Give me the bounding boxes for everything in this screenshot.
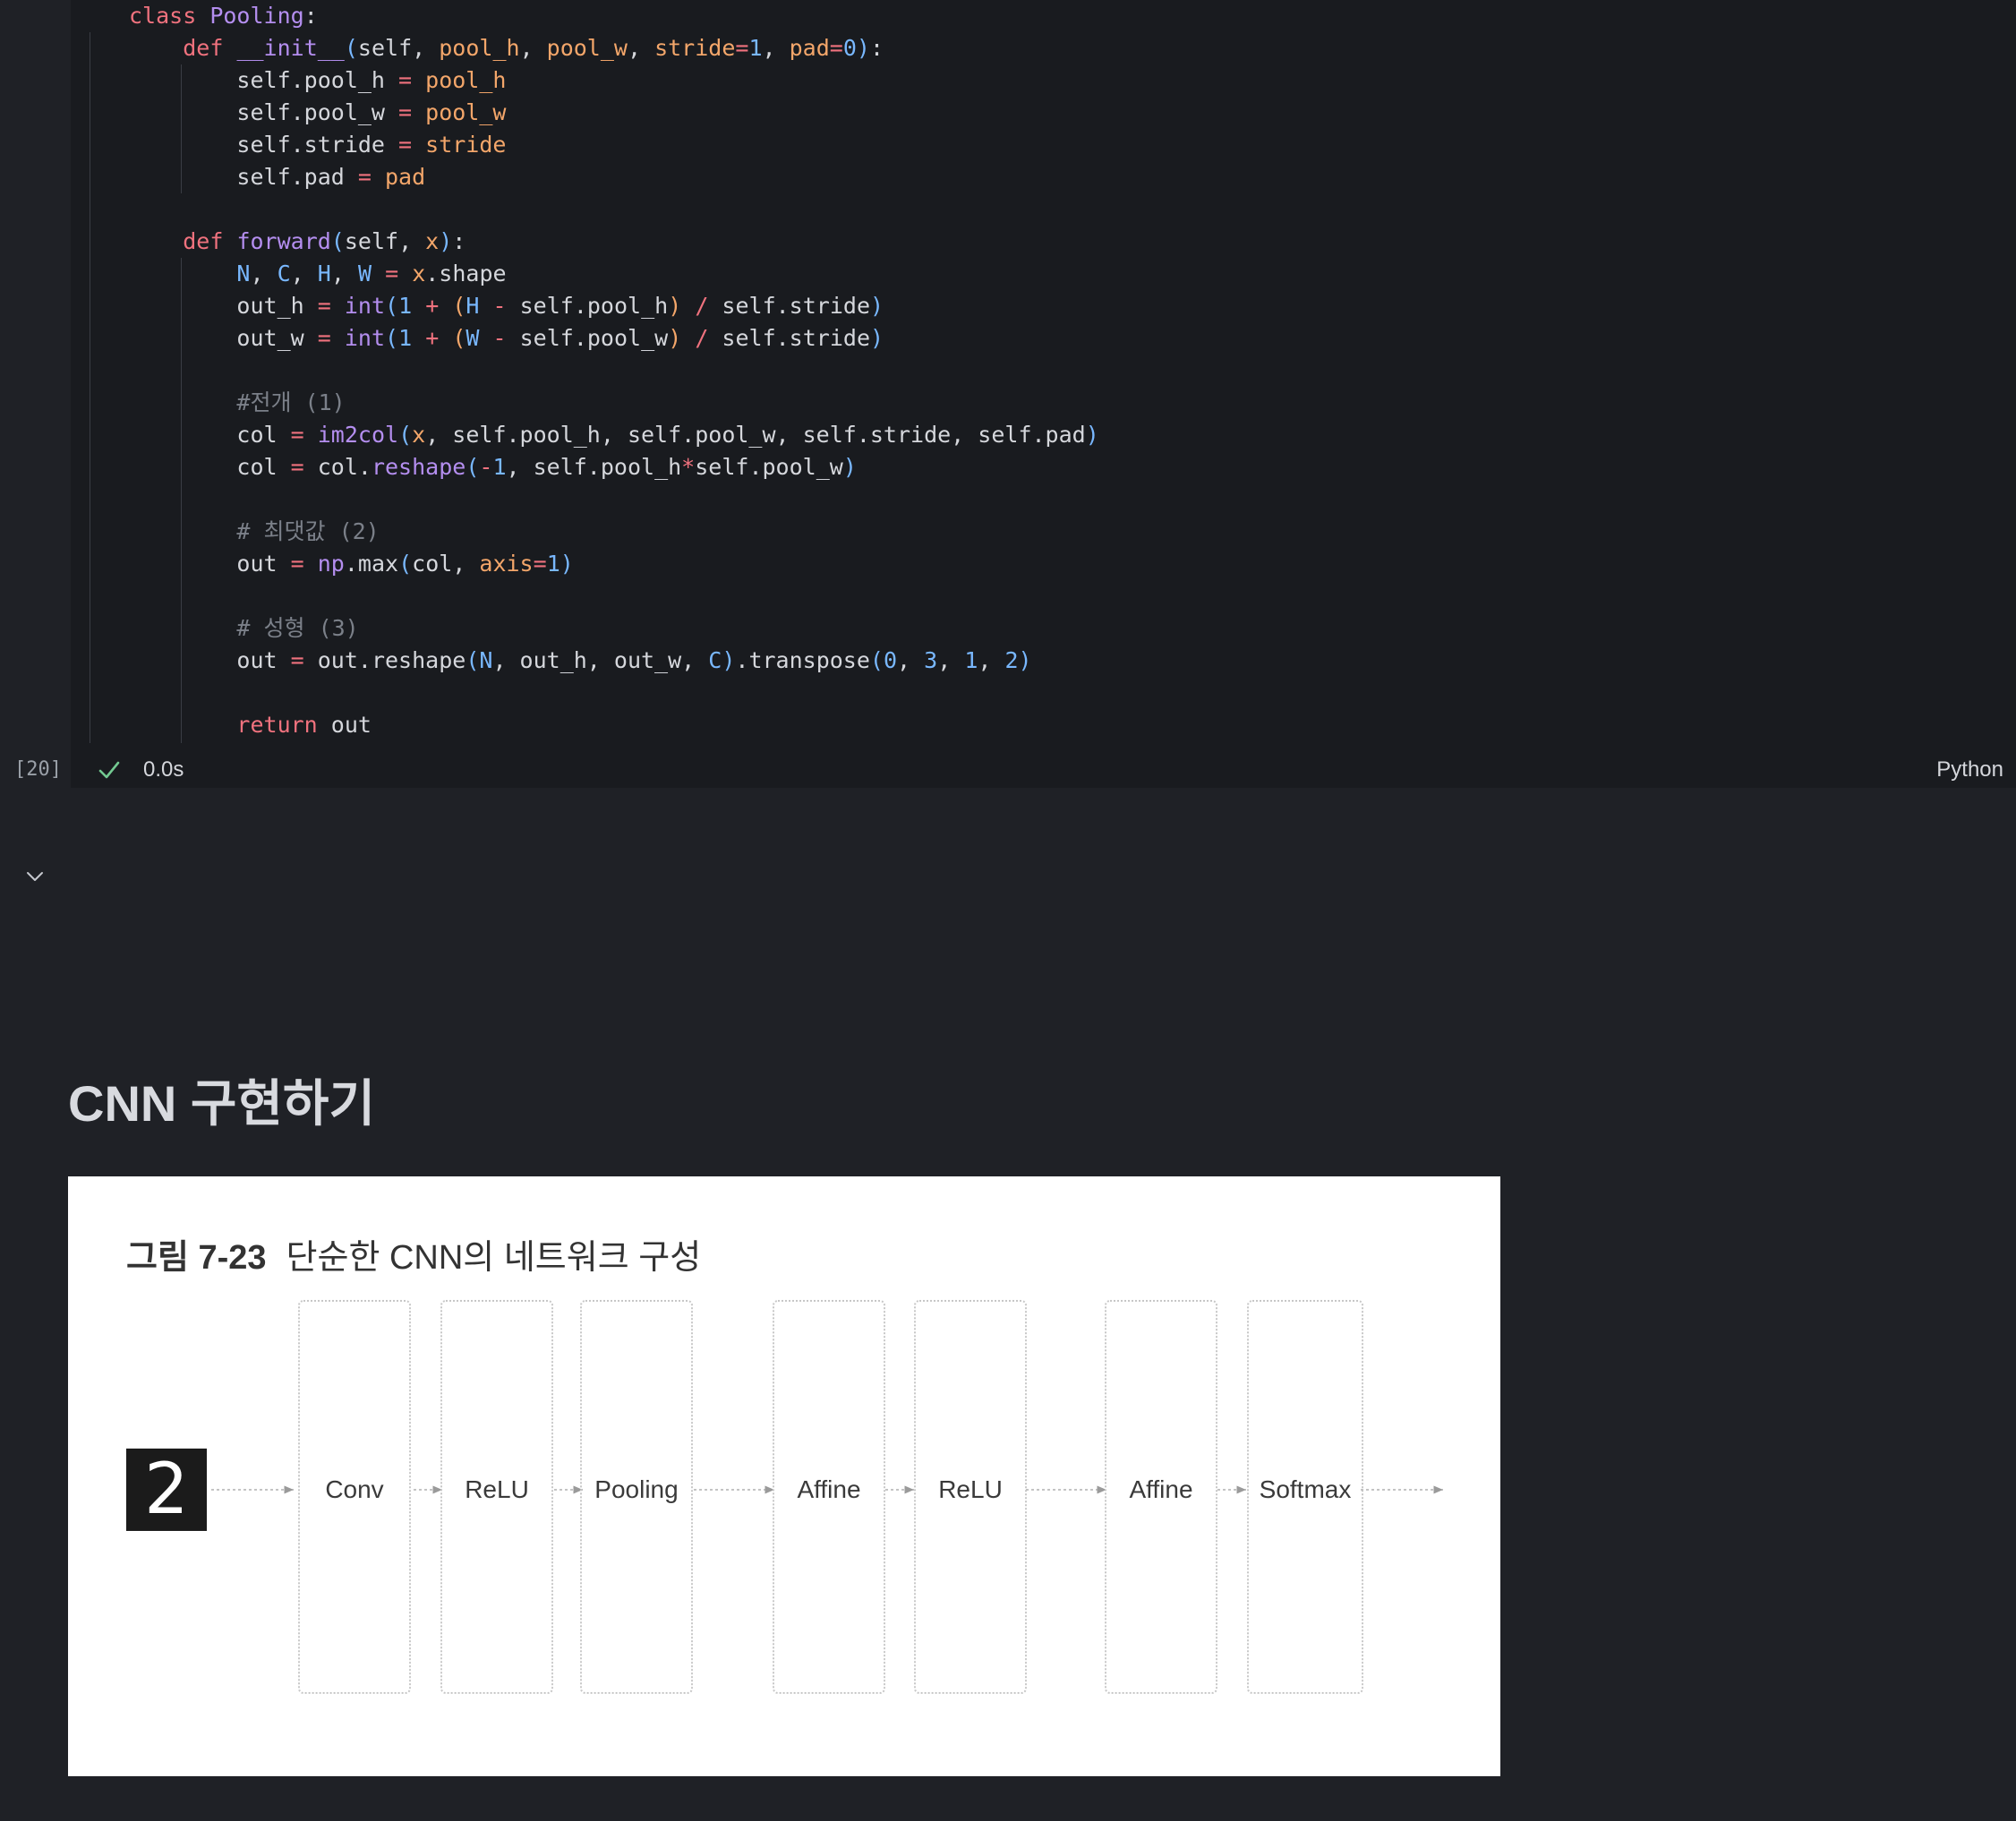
code-line: out = out.reshape(N, out_h, out_w, C).tr… [129, 647, 1032, 673]
code-line: self.pool_w = pool_w [129, 99, 507, 125]
check-icon [98, 761, 120, 779]
layer-label-affine: Affine [1125, 1475, 1197, 1505]
code-line: return out [236, 712, 372, 738]
layer-label-affine: Affine [793, 1475, 865, 1505]
code-line: self.pad = pad [129, 164, 426, 190]
code-editor[interactable]: class Pooling: def __init__(self, pool_h… [71, 0, 2016, 788]
code-line: # 최댓값 (2) [236, 518, 380, 544]
code-line: col = col.reshape(-1, self.pool_h*self.p… [129, 454, 857, 480]
cell-status-bar: [20] 0.0s Python [0, 752, 2016, 788]
code-line: def forward(self, x): [183, 228, 466, 254]
code-line: self.stride = stride [129, 132, 507, 158]
code-line: class Pooling: [129, 3, 318, 29]
figure-title: 단순한 CNN의 네트워크 구성 [286, 1239, 702, 1277]
layer-label-relu: ReLU [935, 1475, 1006, 1505]
chevron-down-icon[interactable] [23, 865, 47, 888]
code-line: # 성형 (3) [236, 615, 359, 641]
code-cell[interactable]: class Pooling: def __init__(self, pool_h… [0, 0, 2016, 788]
code-line: N, C, H, W = x.shape [236, 261, 507, 286]
layer-label-conv: Conv [321, 1475, 388, 1505]
cell-language[interactable]: Python [1936, 752, 2003, 788]
figure-number: 그림 7-23 [126, 1239, 267, 1277]
execution-count: [20] [14, 758, 62, 781]
code-line: out_w = int(1 + (W - self.pool_w) / self… [129, 325, 884, 351]
layer-label-relu: ReLU [461, 1475, 533, 1505]
figure-caption: 그림 7-23 단순한 CNN의 네트워크 구성 [126, 1235, 701, 1280]
network-diagram-image: 그림 7-23 단순한 CNN의 네트워크 구성 2 Conv ReLU Pool… [68, 1176, 1500, 1776]
code-line: out = np.max(col, axis=1) [129, 551, 574, 577]
markdown-heading: CNN 구현하기 [68, 1075, 375, 1132]
code-line: self.pool_h = pool_h [129, 67, 507, 93]
code-block[interactable]: class Pooling: def __init__(self, pool_h… [129, 0, 1099, 738]
input-digit-image: 2 [126, 1449, 207, 1531]
layer-label-pooling: Pooling [591, 1475, 682, 1505]
code-line: out_h = int(1 + (H - self.pool_h) / self… [129, 293, 884, 319]
code-line: col = im2col(x, self.pool_h, self.pool_w… [129, 422, 1099, 448]
layer-label-softmax: Softmax [1255, 1475, 1355, 1505]
execution-time: 0.0s [143, 757, 184, 782]
code-line: def __init__(self, pool_h, pool_w, strid… [183, 35, 884, 61]
code-line: #전개 (1) [236, 389, 346, 415]
